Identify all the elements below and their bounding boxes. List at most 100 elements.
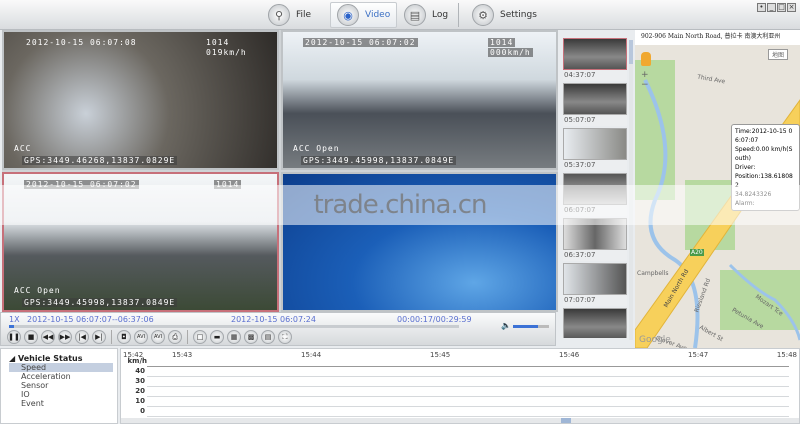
next-button[interactable]: ▶|: [92, 330, 106, 344]
layout-9-button[interactable]: ▩: [244, 330, 258, 344]
tab-log[interactable]: ▤ Log: [398, 2, 454, 28]
maximize-icon[interactable]: □: [777, 3, 786, 12]
thumbnail-image: [563, 128, 627, 160]
thumbnail-image: [563, 83, 627, 115]
thumbnail-scrollbar[interactable]: [629, 40, 633, 340]
osd-gps: GPS:3449.45998,13837.0849E: [22, 298, 178, 307]
video-channel-1[interactable]: 2012-10-15 06:07:08 1014 019km/h ACC GPS…: [2, 30, 279, 170]
thumbnail[interactable]: 05:37:07: [563, 128, 627, 171]
button-divider: [187, 330, 188, 344]
grid-line: [147, 386, 789, 387]
volume-icon: 🔈: [501, 321, 511, 330]
time-tick-label: 15:45: [430, 351, 451, 359]
tree-item-speed[interactable]: Speed: [9, 363, 113, 372]
tab-video[interactable]: ◉ Video: [330, 2, 398, 28]
fullscreen-button[interactable]: ⛶: [278, 330, 292, 344]
speed-chart: km/h 15:42 15:43 15:44 15:45 15:46 15:47 15:48…: [120, 348, 800, 424]
layout-4-button[interactable]: ▦: [227, 330, 241, 344]
osd-datetime: 2012-10-15 06:07:08: [26, 38, 137, 47]
tab-file[interactable]: ⚲ File: [262, 2, 317, 28]
thumbnail[interactable]: 06:37:07: [563, 218, 627, 261]
osd-device-id: 1014: [488, 38, 516, 47]
y-tick-label: 0: [140, 407, 145, 415]
thumbnail-image: [563, 308, 627, 338]
osd-speed: 000km/h: [488, 48, 533, 57]
zoom-in-icon[interactable]: +: [641, 70, 655, 80]
time-tick-label: 15:44: [301, 351, 322, 359]
playback-elapsed: 00:00:17/00:29:59: [397, 315, 472, 324]
osd-gps: GPS:3449.45998,13837.0849E: [301, 156, 457, 165]
main-toolbar: ⚲ File ◉ Video ▤ Log ⚙ Settings • _ □ ×: [0, 0, 800, 30]
thumbnail-list: 04:37:07 05:07:07 05:37:07 06:07:07 06:3…: [560, 38, 628, 338]
map-view[interactable]: 902-906 Main North Road, 普拉卡 南澳大利亚州 地图 +…: [635, 30, 800, 352]
tree-item-acceleration[interactable]: Acceleration: [9, 372, 117, 381]
minimize-icon[interactable]: _: [767, 3, 776, 12]
time-tick-label: 15:42: [123, 351, 144, 359]
y-tick-label: 10: [135, 397, 145, 405]
thumbnail-image: [563, 173, 627, 205]
osd-datetime: 2012-10-15 06:07:02: [24, 180, 139, 189]
toolbar-divider: [458, 3, 459, 27]
time-tick-label: 15:46: [559, 351, 580, 359]
rewind-button[interactable]: ◀◀: [41, 330, 55, 344]
snapshot-button[interactable]: ◘: [117, 330, 131, 344]
fast-forward-button[interactable]: ▶▶: [58, 330, 72, 344]
thumbnail[interactable]: 06:07:07: [563, 173, 627, 216]
tree-item-event[interactable]: Event: [9, 399, 117, 408]
osd-speed: 019km/h: [206, 48, 247, 57]
playback-current-time: 2012-10-15 06:07:24: [231, 315, 316, 324]
video-grid: 2012-10-15 06:07:08 1014 019km/h ACC GPS…: [2, 30, 558, 312]
previous-button[interactable]: |◀: [75, 330, 89, 344]
thumbnail-image: [563, 263, 627, 295]
button-divider: [111, 330, 112, 344]
thumbnail[interactable]: [563, 308, 627, 338]
avi-button[interactable]: AVI: [134, 330, 148, 344]
thumbnail[interactable]: 07:07:07: [563, 263, 627, 306]
osd-datetime: 2012-10-15 06:07:02: [303, 38, 418, 47]
thumbnail[interactable]: 04:37:07: [563, 38, 627, 81]
osd-acc: ACC: [14, 144, 32, 153]
pegman-icon[interactable]: [641, 52, 651, 66]
tree-item-io[interactable]: IO: [9, 390, 117, 399]
osd-acc: ACC Open: [293, 144, 340, 153]
osd-device-id: 1014: [214, 180, 242, 189]
pin-icon[interactable]: •: [757, 3, 766, 12]
status-tree: ◢ Vehicle Status Speed Acceleration Sens…: [0, 348, 118, 424]
map-type-button[interactable]: 地图: [768, 49, 789, 60]
thumbnail[interactable]: 05:07:07: [563, 83, 627, 126]
video-channel-2[interactable]: 2012-10-15 06:07:02 1014 000km/h ACC Ope…: [281, 30, 558, 170]
layout-1-button[interactable]: □: [193, 330, 207, 344]
pause-button[interactable]: ❚❚: [7, 330, 21, 344]
grid-line: [147, 406, 789, 407]
stop-button[interactable]: ■: [24, 330, 38, 344]
time-tick-label: 15:48: [776, 351, 797, 359]
layout-2-button[interactable]: ▬: [210, 330, 224, 344]
osd-acc: ACC Open: [14, 286, 61, 295]
volume-slider[interactable]: [513, 325, 549, 328]
grid-line: [147, 416, 789, 417]
chart-scrollbar[interactable]: [121, 418, 799, 423]
time-tick-label: 15:43: [172, 351, 193, 359]
tree-item-sensor[interactable]: Sensor: [9, 381, 117, 390]
tab-settings[interactable]: ⚙ Settings: [466, 2, 543, 28]
zoom-out-icon[interactable]: −: [641, 80, 655, 90]
time-tick-label: 15:47: [688, 351, 709, 359]
log-icon: ▤: [404, 4, 426, 26]
tree-root-vehicle-status[interactable]: ◢ Vehicle Status: [9, 354, 117, 363]
window-controls: • _ □ ×: [757, 3, 796, 12]
search-icon: ⚲: [268, 4, 290, 26]
thumbnail-image: [563, 218, 627, 250]
video-channel-4-empty[interactable]: [281, 172, 558, 312]
video-channel-3[interactable]: 2012-10-15 06:07:02 1014 ACC Open GPS:34…: [2, 172, 279, 312]
grid-line: [147, 376, 789, 377]
playback-controls: 1X 2012-10-15 06:07:07--06:37:06 2012-10…: [0, 312, 556, 346]
playback-progress-slider[interactable]: [9, 325, 459, 328]
playback-rate: 1X: [9, 315, 20, 324]
map-zoom-control: + −: [641, 52, 655, 90]
video-icon: ◉: [337, 4, 359, 26]
layout-16-button[interactable]: ▤: [261, 330, 275, 344]
avi-export-button[interactable]: AVI: [151, 330, 165, 344]
close-icon[interactable]: ×: [787, 3, 796, 12]
print-button[interactable]: ⎙: [168, 330, 182, 344]
osd-gps: GPS:3449.46268,13837.0829E: [22, 156, 178, 165]
